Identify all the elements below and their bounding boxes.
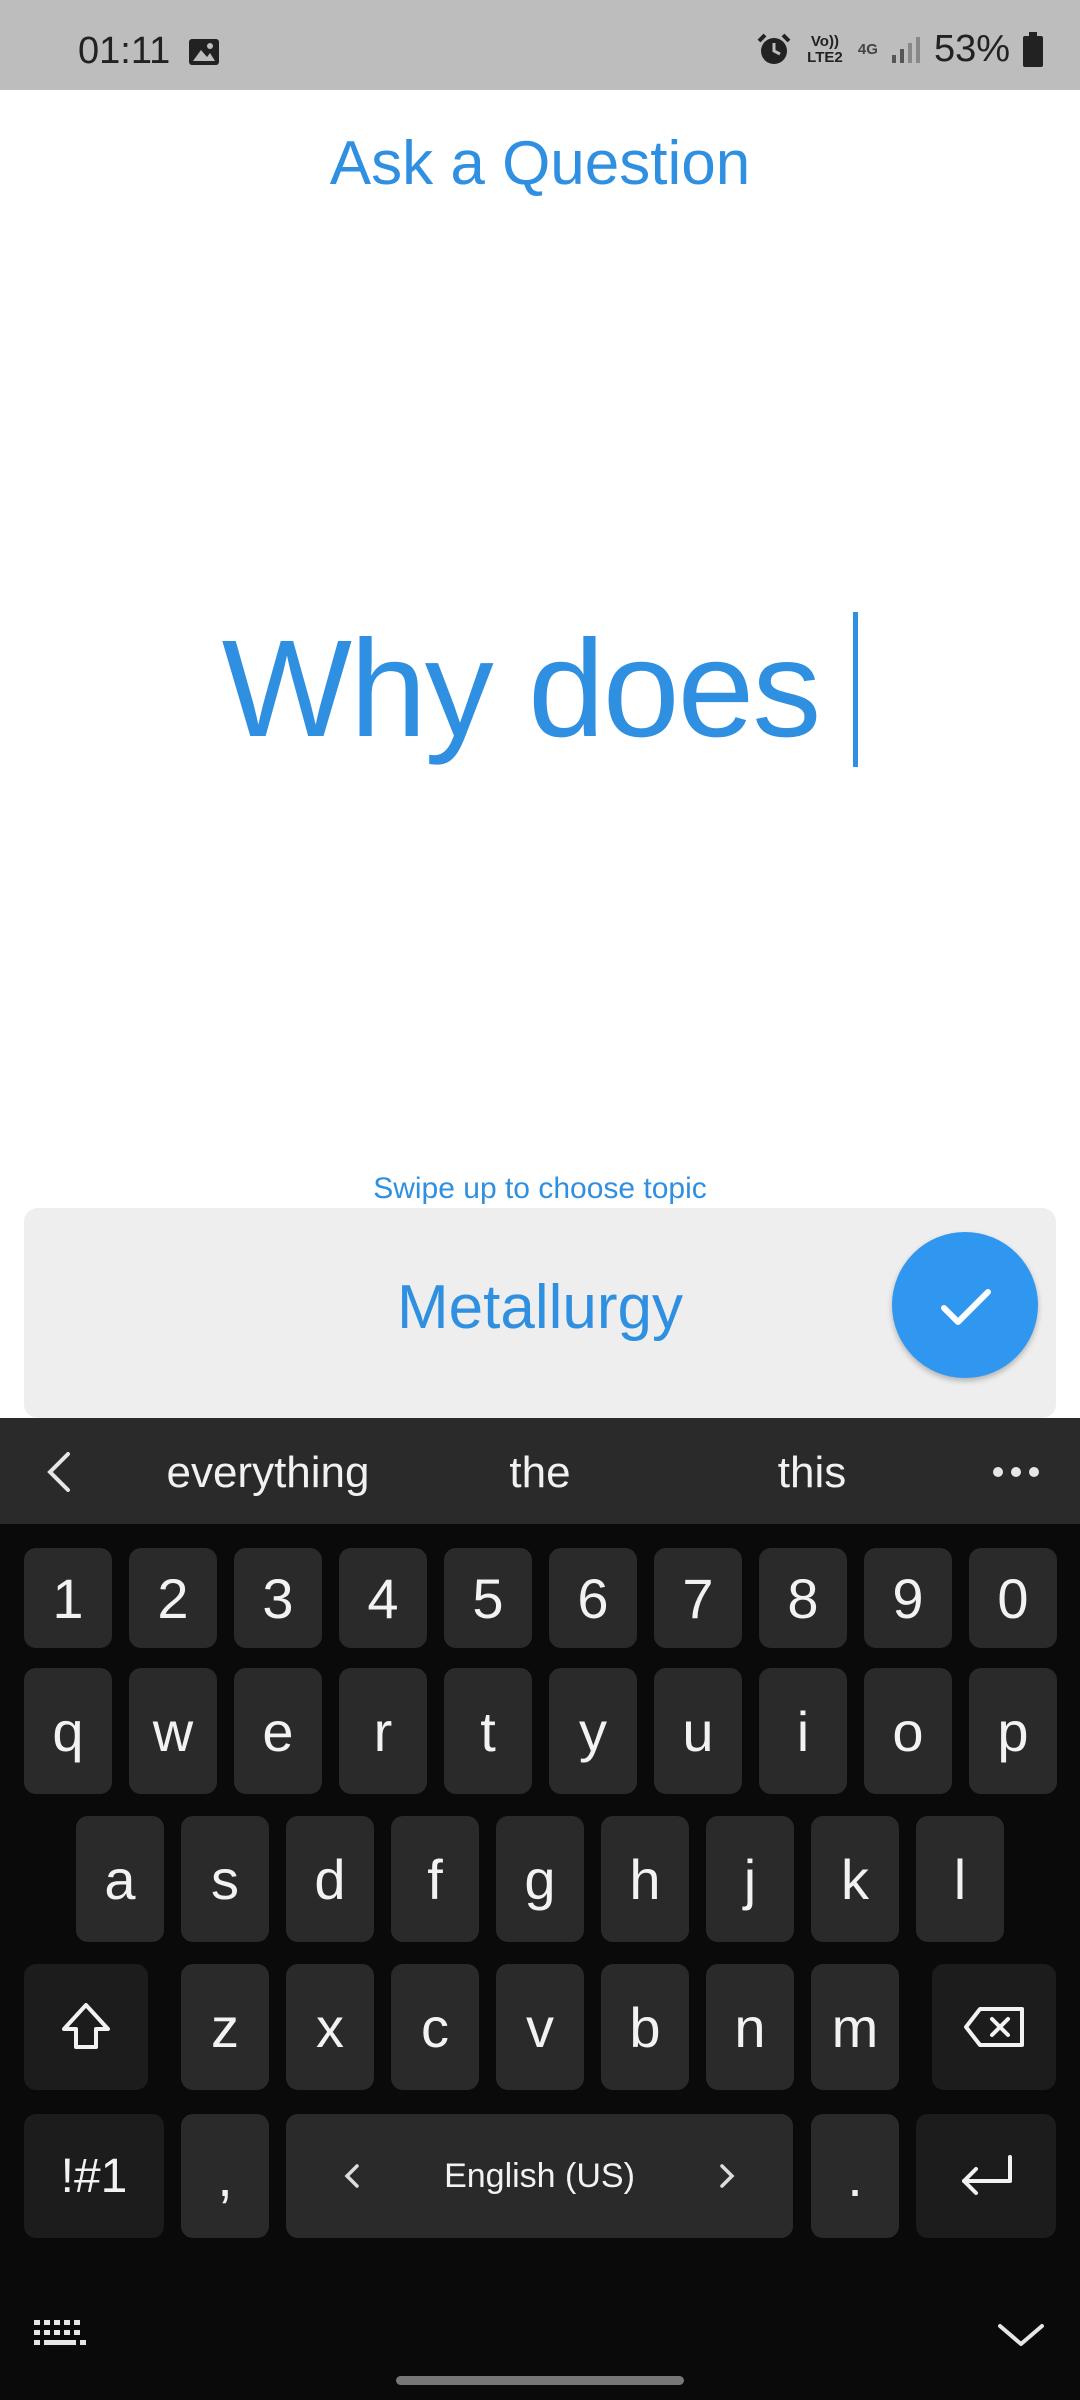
key-u[interactable]: u [654, 1668, 742, 1794]
keyboard-language: English (US) [444, 2156, 635, 2195]
key-p[interactable]: p [969, 1668, 1057, 1794]
key-n[interactable]: n [706, 1964, 794, 2090]
key-k[interactable]: k [811, 1816, 899, 1942]
key-2[interactable]: 2 [129, 1548, 217, 1648]
suggestions-back-icon[interactable] [44, 1450, 74, 1494]
key-w[interactable]: w [129, 1668, 217, 1794]
key-6[interactable]: 6 [549, 1548, 637, 1648]
key-y[interactable]: y [549, 1668, 637, 1794]
key-b[interactable]: b [601, 1964, 689, 2090]
key-q[interactable]: q [24, 1668, 112, 1794]
keyboard-switch-icon[interactable] [32, 2318, 88, 2348]
key-4[interactable]: 4 [339, 1548, 427, 1648]
suggestion-1[interactable]: everything [150, 1448, 386, 1498]
key-g[interactable]: g [496, 1816, 584, 1942]
battery-percent: 53% [933, 28, 1010, 70]
swipe-hint: Swipe up to choose topic [373, 1172, 707, 1205]
key-v[interactable]: v [496, 1964, 584, 2090]
chevron-right-icon [720, 2164, 735, 2188]
shift-icon [62, 2003, 110, 2049]
chevron-left-icon [344, 2164, 359, 2188]
image-notification-icon [189, 39, 219, 65]
key-l[interactable]: l [916, 1816, 1004, 1942]
ask-question-screen: Ask a Question Why does Swipe up to choo… [0, 90, 1080, 1418]
key-r[interactable]: r [339, 1668, 427, 1794]
key-5[interactable]: 5 [444, 1548, 532, 1648]
comma-key[interactable]: , [181, 2114, 269, 2238]
page-title: Ask a Question [329, 129, 751, 198]
suggestion-2[interactable]: the [440, 1448, 640, 1498]
key-7[interactable]: 7 [654, 1548, 742, 1648]
text-cursor [853, 612, 859, 767]
key-x[interactable]: x [286, 1964, 374, 2090]
suggestion-3[interactable]: this [712, 1448, 912, 1498]
question-input[interactable]: Why does [0, 610, 1080, 769]
key-1[interactable]: 1 [24, 1548, 112, 1648]
key-c[interactable]: c [391, 1964, 479, 2090]
question-text[interactable]: Why does [222, 610, 822, 769]
key-e[interactable]: e [234, 1668, 322, 1794]
backspace-icon [964, 2007, 1024, 2047]
key-0[interactable]: 0 [969, 1548, 1057, 1648]
soft-keyboard: everything the this 1 2 3 4 5 6 7 8 9 0 … [0, 1418, 1080, 2400]
key-h[interactable]: h [601, 1816, 689, 1942]
key-m[interactable]: m [811, 1964, 899, 2090]
key-9[interactable]: 9 [864, 1548, 952, 1648]
key-j[interactable]: j [706, 1816, 794, 1942]
status-bar: 01:11 Vo)) LTE2 4G 53% [0, 0, 1080, 90]
more-options-icon[interactable] [992, 1466, 1040, 1478]
hide-keyboard-icon[interactable] [996, 2320, 1046, 2350]
checkmark-icon [941, 1289, 991, 1325]
status-icons: Vo)) LTE2 4G 53% [756, 28, 1044, 71]
key-i[interactable]: i [759, 1668, 847, 1794]
volte-indicator: Vo)) LTE2 [807, 32, 843, 66]
symbols-key[interactable]: !#1 [24, 2114, 164, 2238]
key-z[interactable]: z [181, 1964, 269, 2090]
enter-icon [962, 2155, 1012, 2195]
submit-question-button[interactable] [892, 1232, 1038, 1378]
key-3[interactable]: 3 [234, 1548, 322, 1648]
home-indicator[interactable] [396, 2376, 684, 2385]
status-time: 01:11 [78, 30, 171, 72]
battery-icon [1023, 31, 1043, 67]
key-8[interactable]: 8 [759, 1548, 847, 1648]
period-key[interactable]: . [811, 2114, 899, 2238]
shift-key[interactable] [24, 1964, 148, 2090]
key-o[interactable]: o [864, 1668, 952, 1794]
network-type: 4G [857, 40, 878, 58]
signal-icon [891, 36, 920, 63]
enter-key[interactable] [916, 2114, 1056, 2238]
space-key[interactable]: English (US) [286, 2114, 793, 2238]
suggestion-bar: everything the this [0, 1418, 1080, 1524]
key-f[interactable]: f [391, 1816, 479, 1942]
key-s[interactable]: s [181, 1816, 269, 1942]
backspace-key[interactable] [932, 1964, 1056, 2090]
key-a[interactable]: a [76, 1816, 164, 1942]
alarm-icon [757, 33, 791, 64]
key-d[interactable]: d [286, 1816, 374, 1942]
key-t[interactable]: t [444, 1668, 532, 1794]
